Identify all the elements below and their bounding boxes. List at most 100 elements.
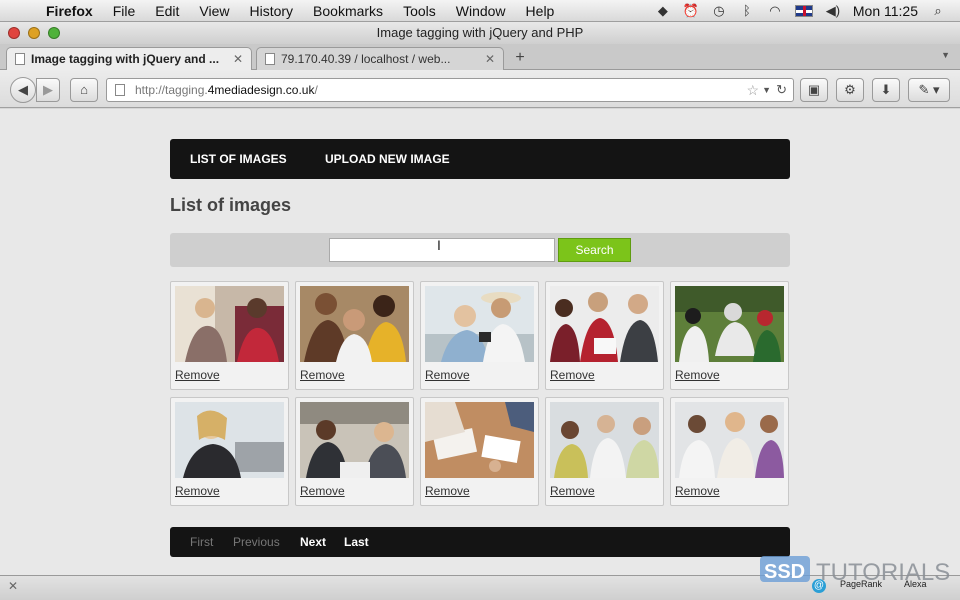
download-icon[interactable]: ⬇ [872,78,900,102]
volume-icon[interactable]: ◀) [825,3,841,18]
close-tab-icon[interactable]: ✕ [233,48,243,70]
uk-flag-icon[interactable] [794,4,813,17]
remove-link[interactable]: Remove [675,368,720,382]
image-card: Remove [170,397,289,506]
menu-window[interactable]: Window [446,3,516,19]
image-thumbnail[interactable] [300,286,409,362]
tab-list-dropdown-icon[interactable]: ▼ [941,50,950,60]
back-button[interactable]: ◀ [10,77,36,103]
page-icon [265,53,275,65]
remove-link[interactable]: Remove [300,368,345,382]
search-input[interactable] [329,238,555,262]
window-title-bar: Image tagging with jQuery and PHP [0,22,960,44]
image-thumbnail[interactable] [425,286,534,362]
tab-label: 79.170.40.39 / localhost / web... [281,52,451,66]
bluetooth-icon[interactable]: ᛒ [739,3,755,18]
close-tab-icon[interactable]: ✕ [485,48,495,70]
pagination-last[interactable]: Last [344,527,369,557]
image-thumbnail[interactable] [425,402,534,478]
page-content: LIST OF IMAGES UPLOAD NEW IMAGE List of … [0,109,960,575]
menu-view[interactable]: View [189,3,239,19]
ssd-tutorials-watermark: SSD TUTORIALS [760,552,950,592]
reload-icon[interactable]: ↻ [776,79,787,101]
alarm-icon[interactable]: ⏰ [683,3,699,18]
spotlight-search-icon[interactable]: ⌕ [930,3,946,18]
image-thumbnail[interactable] [675,402,784,478]
url-history-dropdown-icon[interactable]: ▼ [762,79,771,101]
image-thumbnail[interactable] [175,286,284,362]
image-card: Remove [295,281,414,390]
address-bar[interactable]: http://tagging.4mediadesign.co.uk/ ☆ ▼ ↻ [106,78,794,102]
page-heading: List of images [170,195,292,215]
site-identity-icon[interactable] [115,84,125,96]
window-close-button[interactable] [8,27,20,39]
wifi-icon[interactable]: ◠ [767,3,783,18]
addon-gear-icon[interactable]: ⚙ [836,78,864,102]
image-card: Remove [420,281,539,390]
image-thumbnail[interactable] [300,402,409,478]
status-menus: ◆ ⏰ ◷ ᛒ ◠ ◀) Mon 11:25 ⌕ [655,3,960,19]
image-thumbnail[interactable] [550,402,659,478]
menu-file[interactable]: File [103,3,146,19]
image-card: Remove [170,281,289,390]
image-card: Remove [295,397,414,506]
dropbox-icon[interactable]: ◆ [655,3,671,18]
navigation-toolbar: ◀ ▶ ⌂ http://tagging.4mediadesign.co.uk/… [0,70,960,108]
image-card: Remove [545,281,664,390]
remove-link[interactable]: Remove [175,484,220,498]
tab-label: Image tagging with jQuery and ... [31,52,220,66]
bookmarks-icon[interactable]: ▣ [800,78,828,102]
tools-menu-icon[interactable]: ✎ ▾ [908,78,950,102]
remove-link[interactable]: Remove [550,484,595,498]
home-button[interactable]: ⌂ [70,78,98,102]
menu-history[interactable]: History [239,3,303,19]
remove-link[interactable]: Remove [550,368,595,382]
window-minimize-button[interactable] [28,27,40,39]
image-card: Remove [420,397,539,506]
image-card: Remove [670,281,789,390]
url-host: 4mediadesign.co.uk [207,83,315,97]
image-thumbnail[interactable] [175,402,284,478]
bookmark-star-icon[interactable]: ☆ [746,79,759,101]
search-bar: Search [170,233,790,267]
remove-link[interactable]: Remove [425,368,470,382]
url-suffix: / [314,83,318,97]
remove-link[interactable]: Remove [675,484,720,498]
nav-upload-new-image[interactable]: UPLOAD NEW IMAGE [325,139,450,179]
watermark-text: TUTORIALS [816,559,950,586]
pagination-first: First [190,535,214,549]
menu-tools[interactable]: Tools [393,3,446,19]
close-addon-bar-icon[interactable]: ✕ [8,579,18,593]
menubar-clock[interactable]: Mon 11:25 [853,3,918,19]
image-thumbnail[interactable] [675,286,784,362]
nav-list-of-images[interactable]: LIST OF IMAGES [190,139,287,179]
window-zoom-button[interactable] [48,27,60,39]
tab-image-tagging[interactable]: Image tagging with jQuery and ... ✕ [6,47,252,70]
menu-app-name[interactable]: Firefox [36,3,103,19]
menu-help[interactable]: Help [516,3,565,19]
pagination-bar: First Previous Next Last [170,527,790,557]
pagination-previous: Previous [233,535,280,549]
url-prefix: http://tagging. [135,83,208,97]
text-cursor-icon: I [437,237,441,253]
macos-menu-bar: Firefox File Edit View History Bookmarks… [0,0,960,22]
search-button[interactable]: Search [558,238,631,262]
site-navigation: LIST OF IMAGES UPLOAD NEW IMAGE [170,139,790,179]
menu-bookmarks[interactable]: Bookmarks [303,3,393,19]
forward-button[interactable]: ▶ [36,78,60,102]
remove-link[interactable]: Remove [425,484,470,498]
image-thumbnail[interactable] [550,286,659,362]
pagination-next[interactable]: Next [300,527,326,557]
menu-edit[interactable]: Edit [145,3,189,19]
image-card: Remove [545,397,664,506]
remove-link[interactable]: Remove [175,368,220,382]
watermark-brand: SSD [764,561,805,583]
tab-strip: Image tagging with jQuery and ... ✕ 79.1… [0,44,960,70]
tab-phpmyadmin[interactable]: 79.170.40.39 / localhost / web... ✕ [256,47,504,70]
time-machine-icon[interactable]: ◷ [711,3,727,18]
window-title: Image tagging with jQuery and PHP [376,25,584,40]
image-card: Remove [670,397,789,506]
remove-link[interactable]: Remove [300,484,345,498]
page-icon [15,53,25,65]
new-tab-button[interactable]: + [508,47,532,69]
